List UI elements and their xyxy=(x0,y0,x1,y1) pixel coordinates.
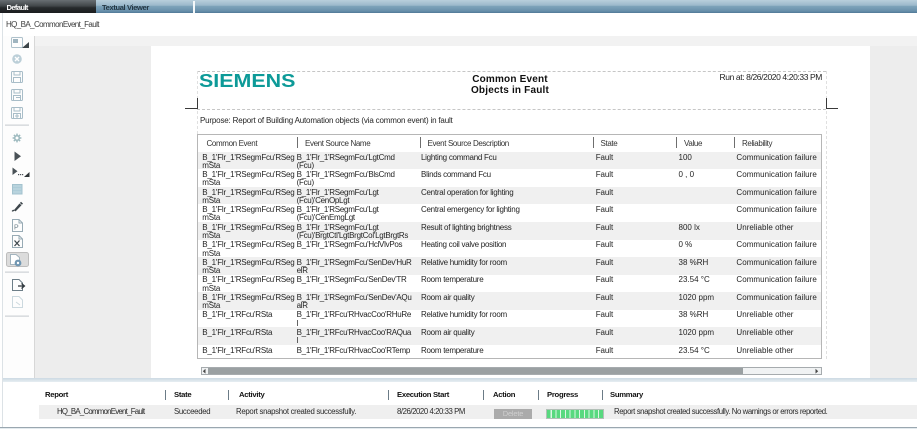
svg-text:P: P xyxy=(14,225,19,232)
